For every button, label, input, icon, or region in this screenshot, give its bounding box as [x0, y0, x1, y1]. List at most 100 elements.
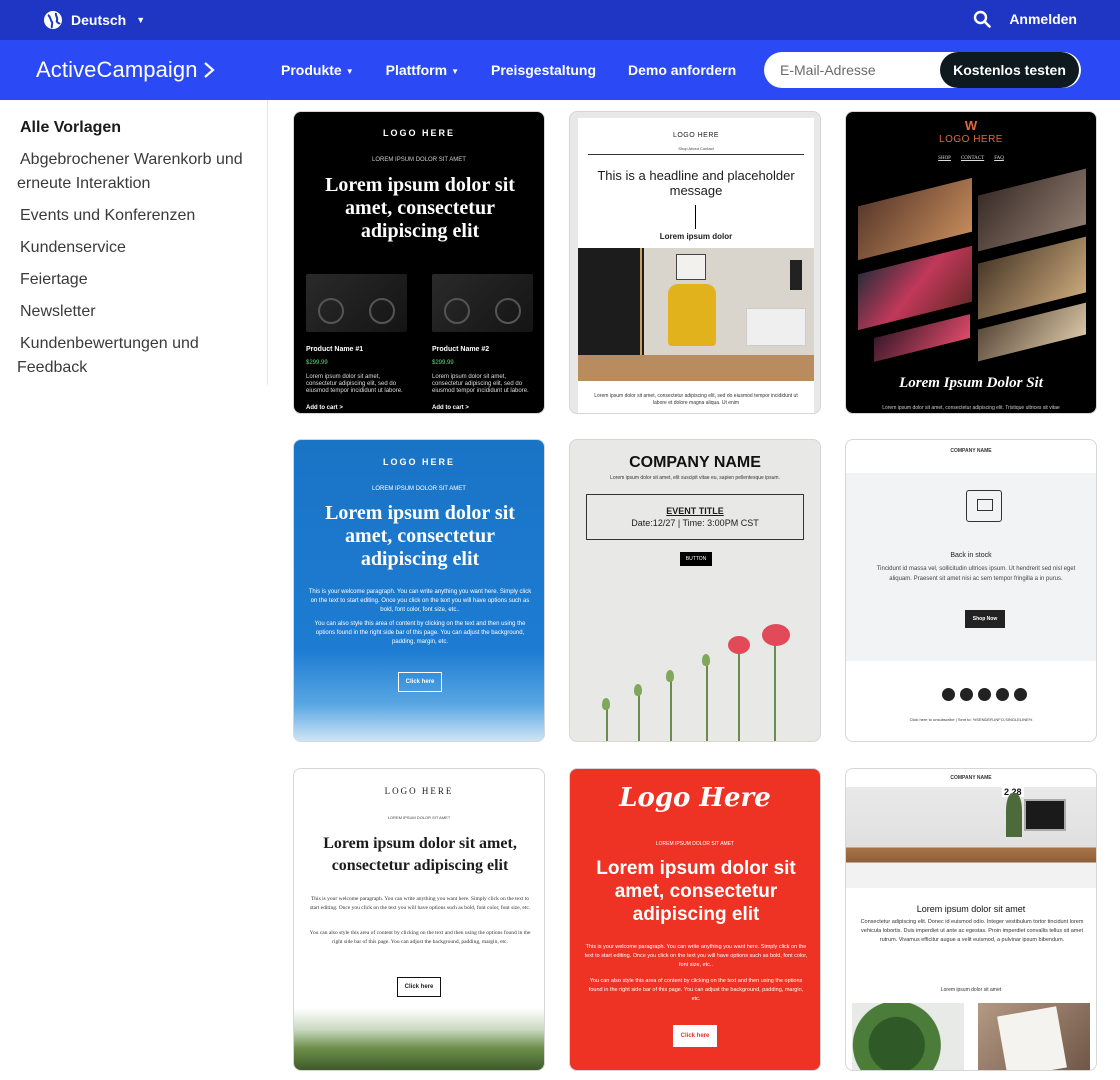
event-box	[586, 494, 804, 540]
template-card-product-dark[interactable]: LOGO HERE LOREM IPSUM DOLOR SIT AMET Lor…	[293, 111, 545, 414]
divider	[695, 205, 696, 229]
twitter-icon	[960, 688, 973, 701]
template-paragraph: This is your welcome paragraph. You can …	[584, 944, 808, 968]
flower-stem	[638, 692, 640, 741]
monstera-plant-image	[852, 1003, 964, 1070]
flower-stem	[774, 634, 776, 741]
cabinet-shape	[746, 308, 806, 346]
template-headline: Lorem ipsum dolor sit amet, consectetur …	[325, 502, 515, 570]
flower-stem	[670, 678, 672, 741]
template-nav-item: SHOP	[938, 156, 951, 161]
template-body: LOGO HERE Shop About Contact This is a h…	[578, 118, 814, 413]
add-to-cart-link: Add to cart >	[432, 405, 469, 411]
template-subtitle: Lorem ipsum dolor sit amet	[940, 987, 1002, 993]
category-sidebar: Alle Vorlagen Abgebrochener Warenkorb un…	[0, 100, 268, 385]
company-name: COMPANY NAME	[950, 448, 992, 454]
flower-stem	[738, 645, 740, 741]
nav-label: Preisgestaltung	[490, 62, 597, 78]
floor-shape	[578, 355, 814, 381]
company-name: COMPANY NAME	[950, 775, 992, 781]
template-card-blue-welcome[interactable]: LOGO HERE LOREM IPSUM DOLOR SIT AMET Lor…	[293, 439, 545, 742]
brand-logo[interactable]: ActiveCampaign	[36, 57, 216, 83]
flower-bud	[702, 654, 710, 666]
event-date: Date:12/27 | Time: 3:00PM CST	[631, 518, 759, 528]
nav-pricing[interactable]: Preisgestaltung	[491, 62, 596, 78]
category-holidays[interactable]: Feiertage	[20, 268, 255, 292]
facebook-icon	[942, 688, 955, 701]
company-name: COMPANY NAME	[629, 454, 761, 471]
main-navbar: ActiveCampaign Produkte ▼ Plattform ▼ Prei…	[0, 40, 1120, 100]
category-reviews[interactable]: Kundenbewertungen und Feedback	[17, 332, 252, 380]
category-all-templates[interactable]: Alle Vorlagen	[20, 116, 255, 140]
product-description: Lorem ipsum dolor sit amet, consectetur …	[306, 374, 403, 394]
language-selector[interactable]: Deutsch ▼	[43, 10, 145, 30]
template-footer-text: Lorem ipsum dolor sit amet, consectetur …	[882, 405, 1060, 411]
product-description: Lorem ipsum dolor sit amet, consectetur …	[432, 374, 529, 394]
category-abandoned-cart[interactable]: Abgebrochener Warenkorb und erneute Inte…	[17, 148, 252, 196]
flower-stem	[606, 706, 608, 741]
template-headline: Lorem ipsum dolor sit amet	[916, 904, 1026, 914]
category-newsletter[interactable]: Newsletter	[20, 300, 255, 324]
category-customer-service[interactable]: Kundenservice	[20, 236, 255, 260]
flower-bud	[634, 684, 642, 696]
signup-form: Kostenlos testen	[764, 52, 1081, 88]
search-icon[interactable]	[973, 10, 992, 28]
login-link[interactable]: Anmelden	[1009, 11, 1077, 27]
nav-label: Demo anfordern	[628, 62, 737, 78]
unsubscribe-text: Click here to unsubscribe | Sent to: %SE…	[909, 717, 1033, 722]
template-card-landscape[interactable]: LOGO HERE LOREM IPSUM DOLOR SIT AMET Lor…	[293, 768, 545, 1071]
template-headline: Lorem ipsum dolor sit amet, consectetur …	[596, 858, 796, 925]
template-subtitle: Lorem ipsum dolor	[659, 232, 733, 241]
nav-demo[interactable]: Demo anfordern	[628, 62, 736, 78]
chevron-down-icon: ▼	[451, 66, 459, 76]
youtube-icon	[996, 688, 1009, 701]
carnation-flower	[762, 624, 790, 646]
landscape-image	[294, 1008, 544, 1070]
plant-shape	[1006, 793, 1022, 837]
linkedin-icon	[978, 688, 991, 701]
template-card-event[interactable]: COMPANY NAME Lorem ipsum dolor sit amet,…	[569, 439, 821, 742]
notebook-image	[978, 1003, 1090, 1070]
social-icons	[942, 688, 1027, 701]
template-button: Click here	[398, 672, 442, 692]
template-card-red-welcome[interactable]: Logo Here LOREM IPSUM DOLOR SIT AMET Lor…	[569, 768, 821, 1071]
template-paragraph: Tincidunt id massa vel, sollicitudin ult…	[876, 566, 1076, 582]
art-collage-image	[852, 166, 1092, 365]
workspace-image: 2 28	[846, 787, 1096, 888]
category-events[interactable]: Events und Konferenzen	[20, 204, 255, 228]
chevron-right-icon	[203, 62, 215, 78]
shopping-cart-icon	[966, 490, 1002, 522]
template-card-back-in-stock[interactable]: COMPANY NAME Back in stock Tincidunt id …	[845, 439, 1097, 742]
template-button: Click here	[397, 977, 441, 997]
flower-stem	[706, 662, 708, 741]
template-headline: This is a headline and placeholder messa…	[597, 168, 795, 198]
product-price: $299.99	[306, 360, 328, 366]
template-headline: Back in stock	[950, 552, 992, 559]
nav-platform[interactable]: Plattform ▼	[386, 62, 459, 78]
template-card-workspace[interactable]: COMPANY NAME 2 28 Lorem ipsum dolor sit …	[845, 768, 1097, 1071]
template-card-headline-chair[interactable]: LOGO HERE Shop About Contact This is a h…	[569, 111, 821, 414]
template-logo: LOGO HERE	[939, 134, 1003, 145]
globe-icon	[44, 11, 62, 29]
template-paragraph: You can also style this area of content …	[314, 621, 526, 645]
living-room-image	[578, 248, 814, 381]
template-nav-item: FAQ	[994, 156, 1004, 161]
chevron-down-icon: ▼	[136, 15, 146, 25]
template-pretitle: LOREM IPSUM DOLOR SIT AMET	[655, 841, 735, 847]
free-trial-button[interactable]: Kostenlos testen	[940, 52, 1079, 88]
template-nav-item: CONTACT	[960, 156, 985, 161]
nav-label: Plattform	[385, 62, 448, 78]
template-button: Click here	[673, 1025, 717, 1047]
tv-shape	[790, 260, 802, 290]
nav-products[interactable]: Produkte ▼	[281, 62, 354, 78]
flower-bud	[666, 670, 674, 682]
template-pretitle: LOREM IPSUM DOLOR SIT AMET	[387, 815, 451, 820]
nav-label: Produkte	[281, 62, 342, 78]
wall-art-shape	[676, 254, 706, 280]
template-logo: Logo Here	[619, 783, 771, 813]
language-label: Deutsch	[71, 12, 127, 28]
email-input[interactable]	[764, 62, 942, 78]
template-card-art-collage[interactable]: W LOGO HERE SHOP CONTACT FAQ Lorem Ipsum…	[845, 111, 1097, 414]
template-headline: Lorem ipsum dolor sit amet, consectetur …	[325, 174, 515, 242]
product-price: $299.99	[432, 360, 454, 366]
